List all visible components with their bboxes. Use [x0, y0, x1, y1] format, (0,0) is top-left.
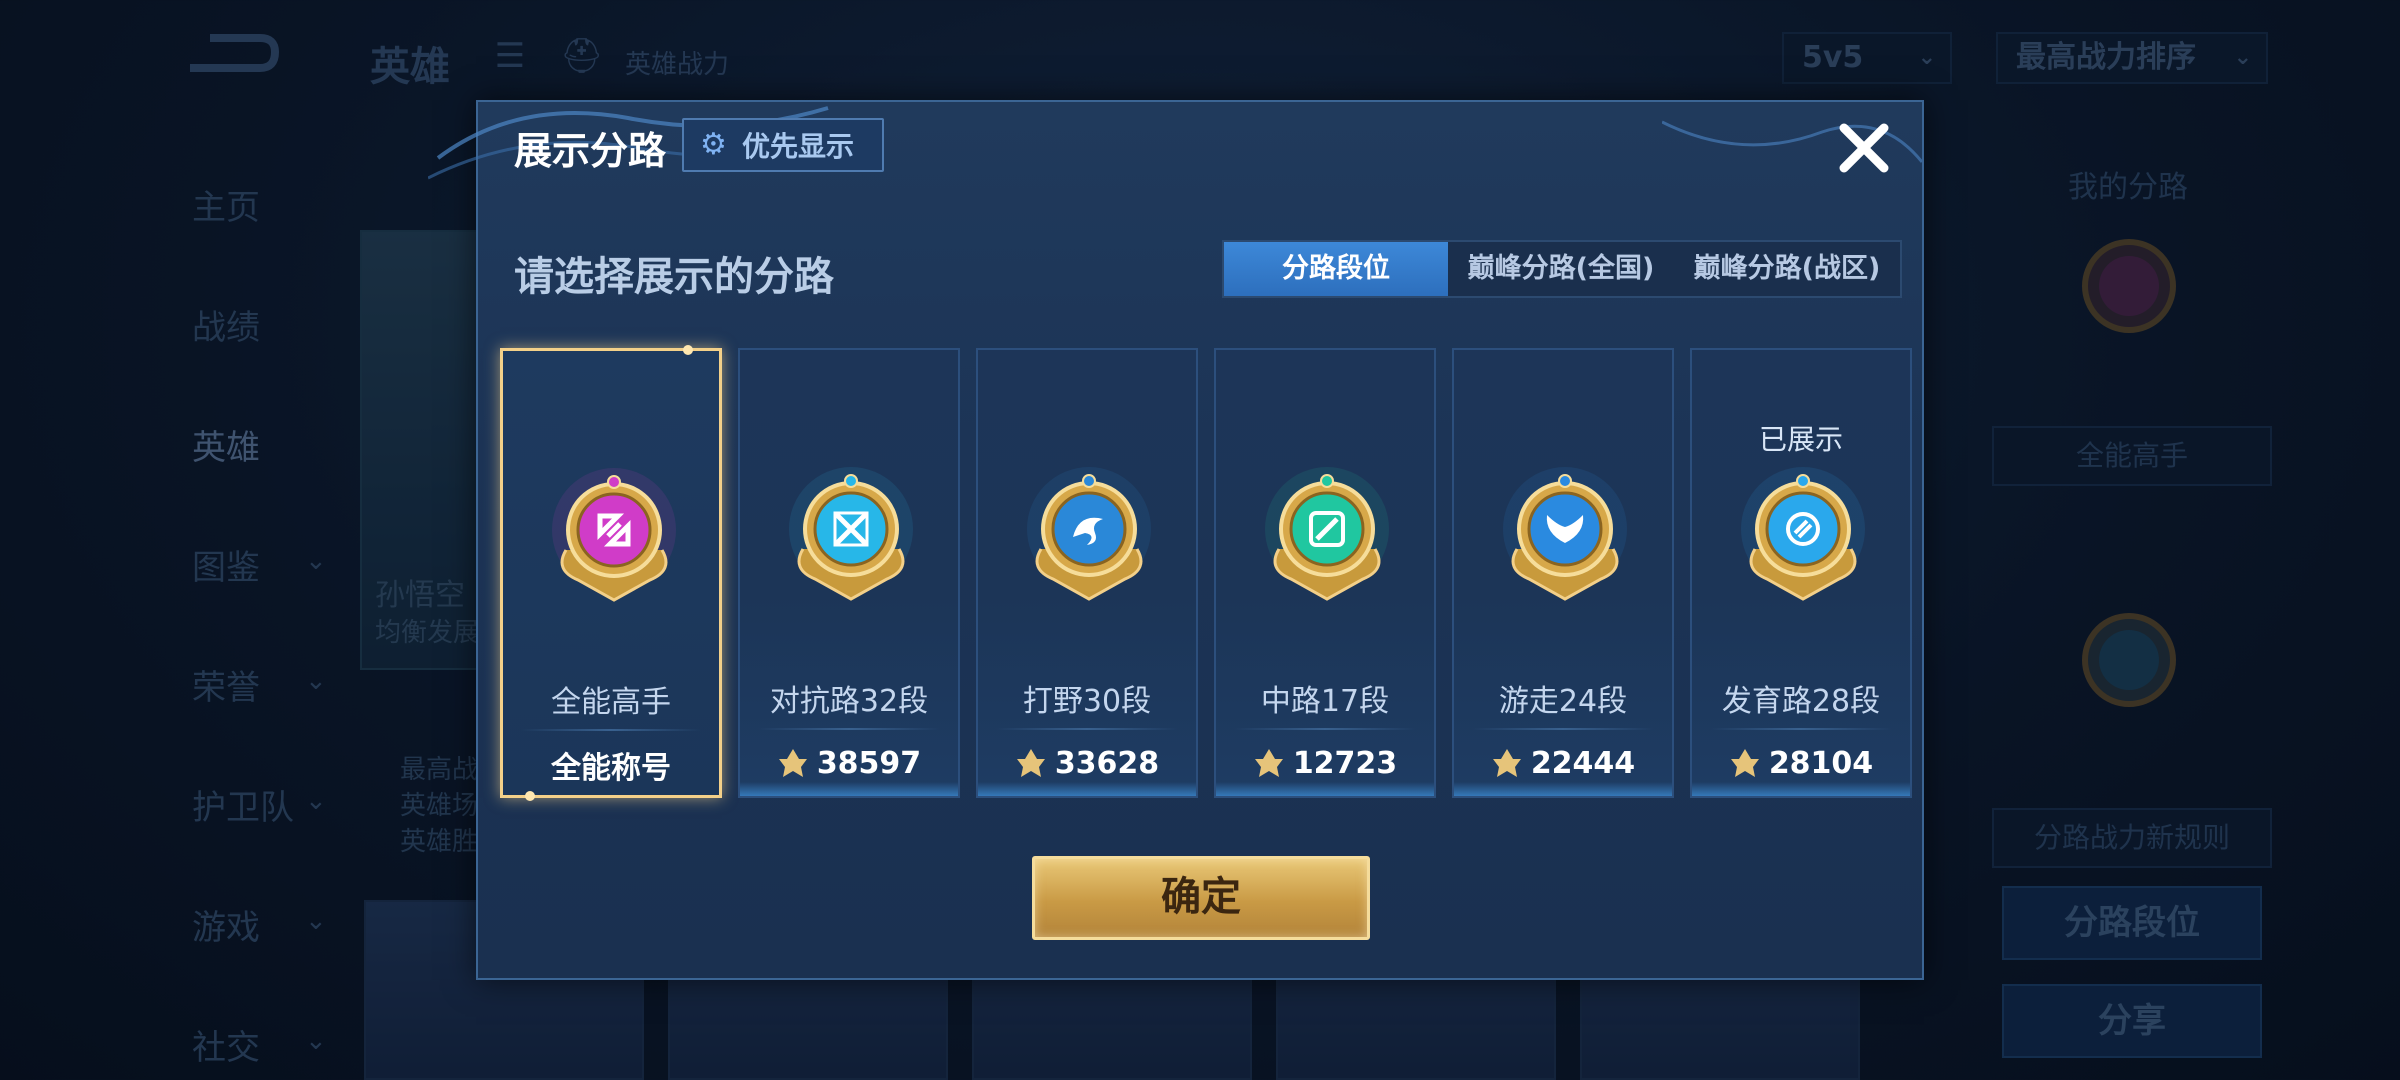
title-label: 全能称号 — [551, 751, 671, 786]
divider — [1472, 728, 1654, 730]
card-glow — [978, 782, 1196, 796]
card-glow — [1454, 782, 1672, 796]
lane-power: 12723 — [1216, 738, 1434, 788]
power-value: 12723 — [1292, 745, 1398, 781]
tab-peak-national[interactable]: 巅峰分路(全国) — [1448, 242, 1674, 296]
power-value: 38597 — [816, 745, 922, 781]
section-title: 请选择展示的分路 — [514, 254, 834, 300]
power-icon — [1016, 749, 1045, 777]
lane-card[interactable]: 对抗路32段 38597 — [738, 348, 960, 798]
divider — [758, 728, 940, 730]
lane-name: 对抗路32段 — [769, 684, 929, 719]
lane-badge-icon — [1027, 467, 1151, 601]
lane-power: 33628 — [978, 738, 1196, 788]
lane-tabs: 分路段位 巅峰分路(全国) 巅峰分路(战区) — [1222, 240, 1902, 298]
lane-badge-icon — [789, 467, 913, 601]
lane-name: 中路17段 — [1260, 684, 1390, 719]
power-icon — [1492, 749, 1521, 777]
lane-badge-icon — [552, 468, 676, 602]
corner-dot — [525, 791, 535, 801]
lane-badge-icon — [1503, 467, 1627, 601]
power-value: 28104 — [1768, 745, 1874, 781]
lane-card[interactable]: 全能高手 全能称号 — [500, 345, 722, 801]
power-icon — [1730, 749, 1759, 777]
power-icon — [778, 749, 807, 777]
power-value: 22444 — [1530, 745, 1636, 781]
tab-lane-rank[interactable]: 分路段位 — [1224, 242, 1448, 296]
close-icon[interactable] — [1834, 118, 1894, 178]
power-icon — [1254, 749, 1283, 777]
tab-peak-region[interactable]: 巅峰分路(战区) — [1674, 242, 1900, 296]
lane-name: 游走24段 — [1498, 684, 1628, 719]
card-glow — [740, 782, 958, 796]
confirm-button[interactable]: 确定 — [1032, 856, 1370, 940]
lane-card[interactable]: 游走24段 22444 — [1452, 348, 1674, 798]
power-value: 33628 — [1054, 745, 1160, 781]
lane-display-modal: 展示分路 ⚙ 优先显示 请选择展示的分路 分路段位 巅峰分路(全国) 巅峰分路(… — [428, 100, 1924, 980]
divider — [996, 728, 1178, 730]
lane-name: 打野30段 — [1022, 684, 1152, 719]
lane-badge-icon — [1265, 467, 1389, 601]
shown-label: 已展示 — [1758, 423, 1843, 456]
card-glow — [1216, 782, 1434, 796]
card-glow — [1692, 782, 1910, 796]
lane-name: 发育路28段 — [1721, 684, 1881, 719]
priority-display-button[interactable]: ⚙ 优先显示 — [682, 118, 884, 172]
corner-dot — [683, 345, 693, 355]
lane-power: 22444 — [1454, 738, 1672, 788]
lane-name: 全能高手 — [551, 685, 671, 720]
gear-icon: ⚙ — [700, 127, 727, 162]
divider — [1234, 728, 1416, 730]
lane-cards: 全能高手 全能称号 对抗路32段 38597 打野30段 33628 中路17段 12723 游… — [500, 345, 1912, 801]
lane-card[interactable]: 中路17段 12723 — [1214, 348, 1436, 798]
lane-power: 28104 — [1692, 738, 1910, 788]
lane-badge-icon — [1741, 467, 1865, 601]
modal-title: 展示分路 — [514, 129, 667, 173]
divider — [521, 729, 701, 731]
lane-card[interactable]: 打野30段 33628 — [976, 348, 1198, 798]
lane-power: 38597 — [740, 738, 958, 788]
lane-card[interactable]: 已展示发育路28段 28104 — [1690, 348, 1912, 798]
divider — [1710, 728, 1892, 730]
